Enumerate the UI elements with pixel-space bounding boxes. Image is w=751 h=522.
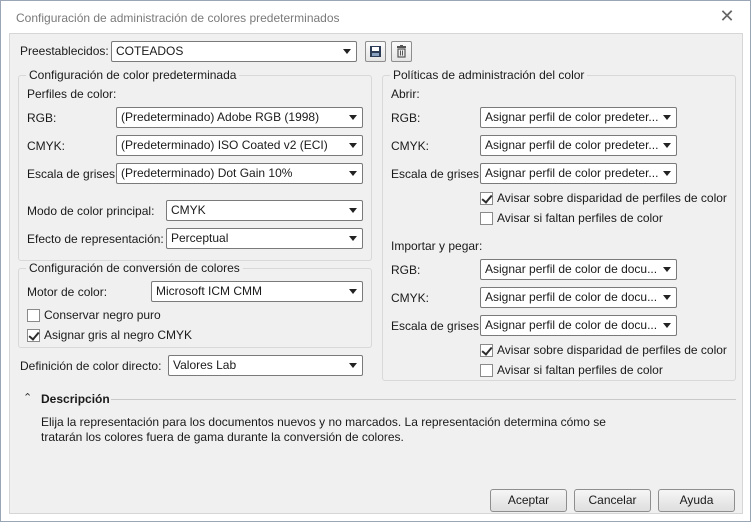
open-rgb-policy-select[interactable]: Asignar perfil de color predeter... [480, 107, 677, 128]
primary-color-mode-select[interactable]: CMYK [166, 200, 363, 221]
preserve-pure-black-label: Conservar negro puro [44, 308, 161, 322]
import-paste-label: Importar y pegar: [391, 239, 483, 253]
rgb-profile-label: RGB: [27, 111, 57, 125]
chevron-down-icon [349, 143, 357, 148]
grayscale-profile-select[interactable]: (Predeterminado) Dot Gain 10% [116, 163, 363, 184]
checkbox-box [27, 328, 40, 342]
dialog-body: Preestablecidos: COTEADOS Configuración … [9, 33, 743, 514]
open-cmyk-policy-value: Asignar perfil de color predeter... [485, 138, 659, 152]
open-rgb-policy-value: Asignar perfil de color predeter... [485, 110, 659, 124]
open-grayscale-policy-value: Asignar perfil de color predeter... [485, 166, 659, 180]
open-warn-mismatch-label: Avisar sobre disparidad de perfiles de c… [497, 191, 727, 205]
save-icon [370, 46, 381, 57]
import-warn-missing-checkbox[interactable]: Avisar si faltan perfiles de color [480, 362, 663, 378]
title-bar: Configuración de administración de color… [1, 1, 750, 33]
chevron-down-icon [349, 363, 357, 368]
description-line-1: Elija la representación para los documen… [41, 415, 606, 429]
color-profiles-label: Perfiles de color: [27, 87, 117, 101]
checkbox-box [27, 308, 40, 322]
rgb-profile-value: (Predeterminado) Adobe RGB (1998) [121, 110, 320, 124]
import-grayscale-policy-select[interactable]: Asignar perfil de color de docu... [480, 315, 677, 336]
import-rgb-policy-select[interactable]: Asignar perfil de color de docu... [480, 259, 677, 280]
color-policies-group-title: Políticas de administración del color [390, 68, 588, 82]
chevron-down-icon [663, 115, 671, 120]
trash-icon [397, 45, 406, 58]
cmyk-profile-select[interactable]: (Predeterminado) ISO Coated v2 (ECI) [116, 135, 363, 156]
rendering-intent-select[interactable]: Perceptual [166, 228, 363, 249]
close-icon[interactable]: ✕ [716, 5, 738, 27]
preserve-pure-black-checkbox[interactable]: Conservar negro puro [27, 307, 161, 323]
open-warn-missing-label: Avisar si faltan perfiles de color [497, 211, 663, 225]
import-warn-mismatch-label: Avisar sobre disparidad de perfiles de c… [497, 343, 727, 357]
chevron-down-icon [663, 323, 671, 328]
primary-color-mode-label: Modo de color principal: [27, 204, 155, 218]
cmyk-profile-value: (Predeterminado) ISO Coated v2 (ECI) [121, 138, 328, 152]
open-cmyk-label: CMYK: [391, 139, 430, 153]
import-cmyk-policy-select[interactable]: Asignar perfil de color de docu... [480, 287, 677, 308]
checkbox-box [480, 211, 493, 225]
chevron-down-icon [349, 171, 357, 176]
map-gray-to-cmyk-black-label: Asignar gris al negro CMYK [44, 328, 193, 342]
default-color-group-title: Configuración de color predeterminada [26, 68, 240, 82]
checkbox-box [480, 191, 493, 205]
color-engine-select[interactable]: Microsoft ICM CMM [151, 281, 363, 302]
import-rgb-policy-value: Asignar perfil de color de docu... [485, 262, 658, 276]
chevron-down-icon [663, 143, 671, 148]
chevron-down-icon [663, 267, 671, 272]
checkbox-box [480, 343, 493, 357]
import-grayscale-policy-value: Asignar perfil de color de docu... [485, 318, 658, 332]
chevron-down-icon [663, 295, 671, 300]
grayscale-profile-value: (Predeterminado) Dot Gain 10% [121, 166, 293, 180]
open-rgb-label: RGB: [391, 111, 421, 125]
import-warn-mismatch-checkbox[interactable]: Avisar sobre disparidad de perfiles de c… [480, 342, 727, 358]
chevron-down-icon [343, 49, 351, 54]
open-label: Abrir: [391, 87, 420, 101]
presets-label: Preestablecidos: [20, 44, 109, 58]
map-gray-to-cmyk-black-checkbox[interactable]: Asignar gris al negro CMYK [27, 327, 192, 343]
spot-color-definition-select[interactable]: Valores Lab [168, 355, 363, 376]
chevron-down-icon [663, 171, 671, 176]
cmyk-profile-label: CMYK: [27, 139, 66, 153]
help-button[interactable]: Ayuda [658, 489, 735, 512]
import-cmyk-label: CMYK: [391, 291, 430, 305]
open-grayscale-label: Escala de grises: [391, 167, 483, 181]
open-warn-missing-checkbox[interactable]: Avisar si faltan perfiles de color [480, 210, 663, 226]
open-grayscale-policy-select[interactable]: Asignar perfil de color predeter... [480, 163, 677, 184]
window-title: Configuración de administración de color… [16, 11, 340, 25]
open-cmyk-policy-select[interactable]: Asignar perfil de color predeter... [480, 135, 677, 156]
chevron-down-icon [349, 236, 357, 241]
chevron-down-icon [349, 115, 357, 120]
description-divider [111, 399, 736, 400]
description-title: Descripción [41, 392, 110, 406]
conversion-group-title: Configuración de conversión de colores [26, 261, 243, 275]
cancel-button[interactable]: Cancelar [574, 489, 651, 512]
spot-color-definition-value: Valores Lab [173, 358, 237, 372]
presets-value: COTEADOS [116, 44, 184, 58]
description-line-2: tratarán los colores fuera de gama duran… [41, 430, 404, 444]
import-warn-missing-label: Avisar si faltan perfiles de color [497, 363, 663, 377]
chevron-down-icon [349, 289, 357, 294]
accept-button[interactable]: Aceptar [490, 489, 567, 512]
grayscale-profile-label: Escala de grises: [27, 167, 119, 181]
presets-select[interactable]: COTEADOS [111, 41, 357, 62]
chevron-down-icon [349, 208, 357, 213]
save-preset-button[interactable] [365, 41, 386, 62]
primary-color-mode-value: CMYK [171, 203, 206, 217]
import-grayscale-label: Escala de grises: [391, 319, 483, 333]
rendering-intent-value: Perceptual [171, 231, 229, 245]
import-rgb-label: RGB: [391, 263, 421, 277]
rgb-profile-select[interactable]: (Predeterminado) Adobe RGB (1998) [116, 107, 363, 128]
color-engine-label: Motor de color: [27, 285, 108, 299]
open-warn-mismatch-checkbox[interactable]: Avisar sobre disparidad de perfiles de c… [480, 190, 727, 206]
collapse-chevron-icon[interactable]: ⌃ [23, 390, 32, 406]
rendering-intent-label: Efecto de representación: [27, 232, 164, 246]
import-cmyk-policy-value: Asignar perfil de color de docu... [485, 290, 658, 304]
spot-color-definition-label: Definición de color directo: [20, 359, 162, 373]
checkbox-box [480, 363, 493, 377]
color-management-dialog: Configuración de administración de color… [0, 0, 751, 522]
color-engine-value: Microsoft ICM CMM [156, 284, 262, 298]
delete-preset-button[interactable] [391, 41, 412, 62]
